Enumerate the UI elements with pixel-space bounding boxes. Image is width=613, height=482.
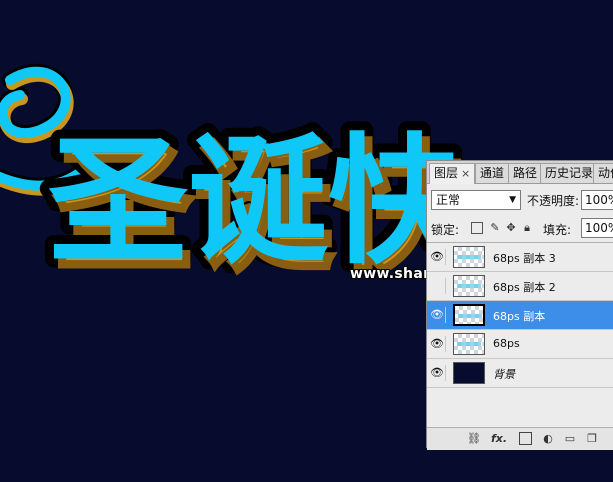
tab-actions-label: 动作 (598, 166, 613, 180)
link-icon[interactable]: ⛓︎ (467, 432, 481, 446)
close-icon[interactable]: × (461, 167, 470, 180)
lock-transparency-icon[interactable] (471, 222, 483, 234)
lock-brush-icon[interactable]: ✎ (489, 222, 501, 234)
opacity-input[interactable]: 100% (581, 190, 613, 210)
adjustment-icon[interactable]: ◐ (541, 432, 555, 446)
layer-row-selected[interactable]: 👁︎ 68ps 副本 (427, 301, 613, 330)
layer-name: 背景 (493, 368, 515, 381)
eye-icon[interactable]: 👁︎ (429, 365, 446, 381)
layer-thumbnail (453, 275, 485, 297)
layers-panel: 图层× 通道 路径 历史记录 动作 正常 ▼ 不透明度: 100% 锁定: ✎ … (426, 160, 613, 450)
panel-tab-bar: 图层× 通道 路径 历史记录 动作 (427, 161, 613, 184)
eye-icon[interactable]: 👁︎ (429, 249, 446, 265)
tab-actions[interactable]: 动作 (593, 163, 613, 183)
blend-mode-select[interactable]: 正常 ▼ (431, 190, 521, 210)
lock-label: 锁定: (431, 223, 460, 237)
tab-layers[interactable]: 图层 × (429, 163, 476, 184)
folder-icon[interactable]: ▭ (563, 432, 577, 446)
layer-name: 68ps 副本 3 (493, 252, 556, 265)
fx-icon[interactable]: fx. (489, 432, 509, 446)
layer-row[interactable]: 👁︎ 68ps (427, 330, 613, 359)
layer-row[interactable]: 👁︎ 68ps 副本 3 (427, 243, 613, 272)
eye-icon[interactable]: 👁︎ (429, 336, 446, 352)
tab-paths-label: 路径 (513, 166, 538, 180)
lock-fill-row: 锁定: ✎ ✥ 🔒︎ 填充: 100% (431, 218, 613, 239)
tab-layers-label: 图层 (434, 166, 459, 180)
lock-move-icon[interactable]: ✥ (505, 222, 517, 234)
layer-list: 👁︎ 68ps 副本 3 68ps 副本 2 👁︎ 68ps 副本 👁︎ 68p… (427, 242, 613, 388)
new-layer-icon[interactable]: ❐ (585, 432, 599, 446)
eye-icon[interactable]: 👁︎ (429, 307, 446, 323)
fill-input[interactable]: 100% (581, 218, 613, 238)
layer-row[interactable]: 68ps 副本 2 (427, 272, 613, 301)
layer-thumbnail (453, 246, 485, 268)
fill-label: 填充: (543, 223, 572, 237)
layer-row-background[interactable]: 👁︎ 背景 (427, 359, 613, 388)
layer-name: 68ps 副本 (493, 310, 546, 323)
tab-channels[interactable]: 通道 (475, 163, 510, 183)
layer-name: 68ps 副本 2 (493, 281, 556, 294)
dropdown-arrow-icon: ▼ (509, 195, 516, 205)
title-fill: 圣诞快 (48, 121, 469, 284)
layer-name: 68ps (493, 337, 520, 350)
blend-mode-value: 正常 (436, 193, 461, 207)
opacity-label: 不透明度: (527, 194, 580, 208)
panel-bottom-toolbar: ⛓︎ fx. ◐ ▭ ❐ (427, 427, 613, 450)
layer-thumbnail (453, 362, 485, 384)
layer-thumbnail (453, 333, 485, 355)
eye-hidden-icon[interactable] (429, 278, 446, 294)
tab-paths[interactable]: 路径 (508, 163, 543, 183)
mask-icon[interactable] (519, 432, 532, 445)
tab-channels-label: 通道 (480, 166, 505, 180)
layer-thumbnail (453, 304, 485, 326)
lock-all-icon[interactable]: 🔒︎ (521, 222, 533, 234)
tab-history[interactable]: 历史记录 (540, 163, 599, 183)
tab-history-label: 历史记录 (545, 166, 594, 180)
